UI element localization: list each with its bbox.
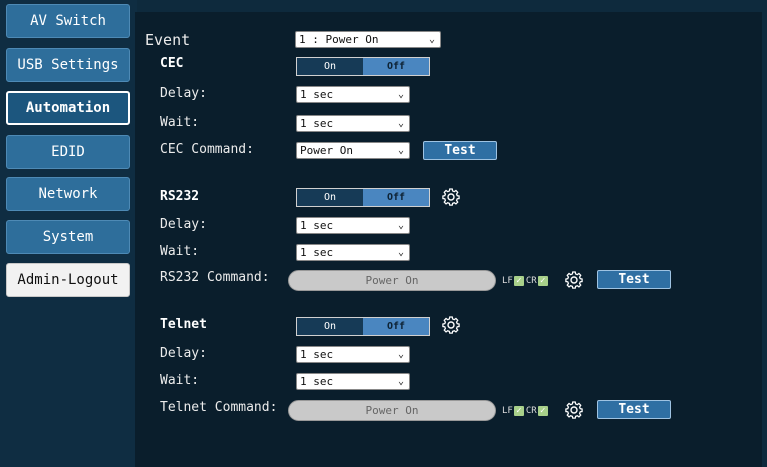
cec-delay-value: 1 sec: [300, 88, 334, 101]
sidebar-item-network[interactable]: Network: [6, 177, 130, 211]
cec-command-select[interactable]: Power On ⌄: [296, 142, 410, 159]
cec-wait-label: Wait:: [160, 115, 200, 130]
cec-title: CEC: [160, 56, 184, 71]
automation-panel: Event 1 : Power On ⌄ CEC On Off Delay: 1…: [135, 12, 762, 467]
rs232-delay-select[interactable]: 1 sec ⌄: [296, 217, 410, 234]
sidebar: AV Switch USB Settings Automation EDID N…: [0, 0, 137, 467]
chevron-down-icon: ⌄: [397, 118, 404, 129]
chevron-down-icon: ⌄: [397, 247, 404, 258]
app-window: AV Switch USB Settings Automation EDID N…: [0, 0, 767, 467]
chevron-down-icon: ⌄: [397, 145, 404, 156]
chevron-down-icon: ⌄: [397, 376, 404, 387]
telnet-cr-label: CR: [525, 406, 537, 416]
telnet-cr-checkbox[interactable]: ✓: [537, 406, 548, 416]
telnet-delay-label: Delay:: [160, 346, 207, 361]
gear-icon[interactable]: [441, 187, 461, 207]
telnet-lf-label: LF: [502, 406, 513, 416]
rs232-title: RS232: [160, 189, 200, 204]
sidebar-item-admin-logout[interactable]: Admin-Logout: [6, 263, 130, 297]
telnet-delay-value: 1 sec: [300, 348, 334, 361]
rs232-toggle-off[interactable]: Off: [363, 189, 429, 206]
event-select[interactable]: 1 : Power On ⌄: [295, 31, 441, 48]
telnet-wait-label: Wait:: [160, 373, 200, 388]
telnet-wait-value: 1 sec: [300, 375, 334, 388]
cec-toggle-off[interactable]: Off: [363, 58, 429, 75]
rs232-wait-label: Wait:: [160, 244, 200, 259]
telnet-title: Telnet: [160, 317, 207, 332]
telnet-line-ending-options: LF ✓ CR ✓: [502, 404, 550, 418]
rs232-line-ending-options: LF ✓ CR ✓: [502, 274, 550, 288]
telnet-toggle-off[interactable]: Off: [363, 318, 429, 335]
telnet-toggle[interactable]: On Off: [296, 317, 430, 336]
sidebar-item-usb-settings[interactable]: USB Settings: [6, 48, 130, 82]
sidebar-item-automation[interactable]: Automation: [6, 91, 130, 125]
telnet-lf-checkbox[interactable]: ✓: [513, 406, 524, 416]
rs232-lf-label: LF: [502, 276, 513, 286]
gear-icon[interactable]: [564, 270, 584, 290]
chevron-down-icon: ⌄: [397, 349, 404, 360]
cec-toggle[interactable]: On Off: [296, 57, 430, 76]
sidebar-item-system[interactable]: System: [6, 220, 130, 254]
sidebar-item-edid[interactable]: EDID: [6, 135, 130, 169]
rs232-wait-value: 1 sec: [300, 246, 334, 259]
rs232-command-label: RS232 Command:: [160, 270, 270, 285]
rs232-delay-value: 1 sec: [300, 219, 334, 232]
sidebar-item-av-switch[interactable]: AV Switch: [6, 4, 130, 38]
rs232-cr-checkbox[interactable]: ✓: [537, 276, 548, 286]
rs232-wait-select[interactable]: 1 sec ⌄: [296, 244, 410, 261]
cec-command-label: CEC Command:: [160, 142, 254, 157]
rs232-cr-label: CR: [525, 276, 537, 286]
cec-toggle-on[interactable]: On: [297, 58, 363, 75]
rs232-toggle[interactable]: On Off: [296, 188, 430, 207]
cec-wait-select[interactable]: 1 sec ⌄: [296, 115, 410, 132]
gear-icon[interactable]: [441, 315, 461, 335]
chevron-down-icon: ⌄: [428, 34, 435, 45]
rs232-command-input[interactable]: Power On: [288, 270, 496, 291]
cec-test-button[interactable]: Test: [423, 141, 497, 160]
telnet-wait-select[interactable]: 1 sec ⌄: [296, 373, 410, 390]
rs232-lf-checkbox[interactable]: ✓: [513, 276, 524, 286]
gear-icon[interactable]: [564, 400, 584, 420]
telnet-test-button[interactable]: Test: [597, 400, 671, 419]
rs232-test-button[interactable]: Test: [597, 270, 671, 289]
telnet-delay-select[interactable]: 1 sec ⌄: [296, 346, 410, 363]
rs232-delay-label: Delay:: [160, 217, 207, 232]
event-label: Event: [145, 31, 191, 49]
rs232-toggle-on[interactable]: On: [297, 189, 363, 206]
chevron-down-icon: ⌄: [397, 220, 404, 231]
cec-wait-value: 1 sec: [300, 117, 334, 130]
chevron-down-icon: ⌄: [397, 89, 404, 100]
telnet-command-label: Telnet Command:: [160, 400, 278, 415]
cec-command-value: Power On: [300, 144, 353, 157]
telnet-toggle-on[interactable]: On: [297, 318, 363, 335]
event-select-value: 1 : Power On: [299, 33, 379, 46]
cec-delay-label: Delay:: [160, 86, 207, 101]
telnet-command-input[interactable]: Power On: [288, 400, 496, 421]
cec-delay-select[interactable]: 1 sec ⌄: [296, 86, 410, 103]
